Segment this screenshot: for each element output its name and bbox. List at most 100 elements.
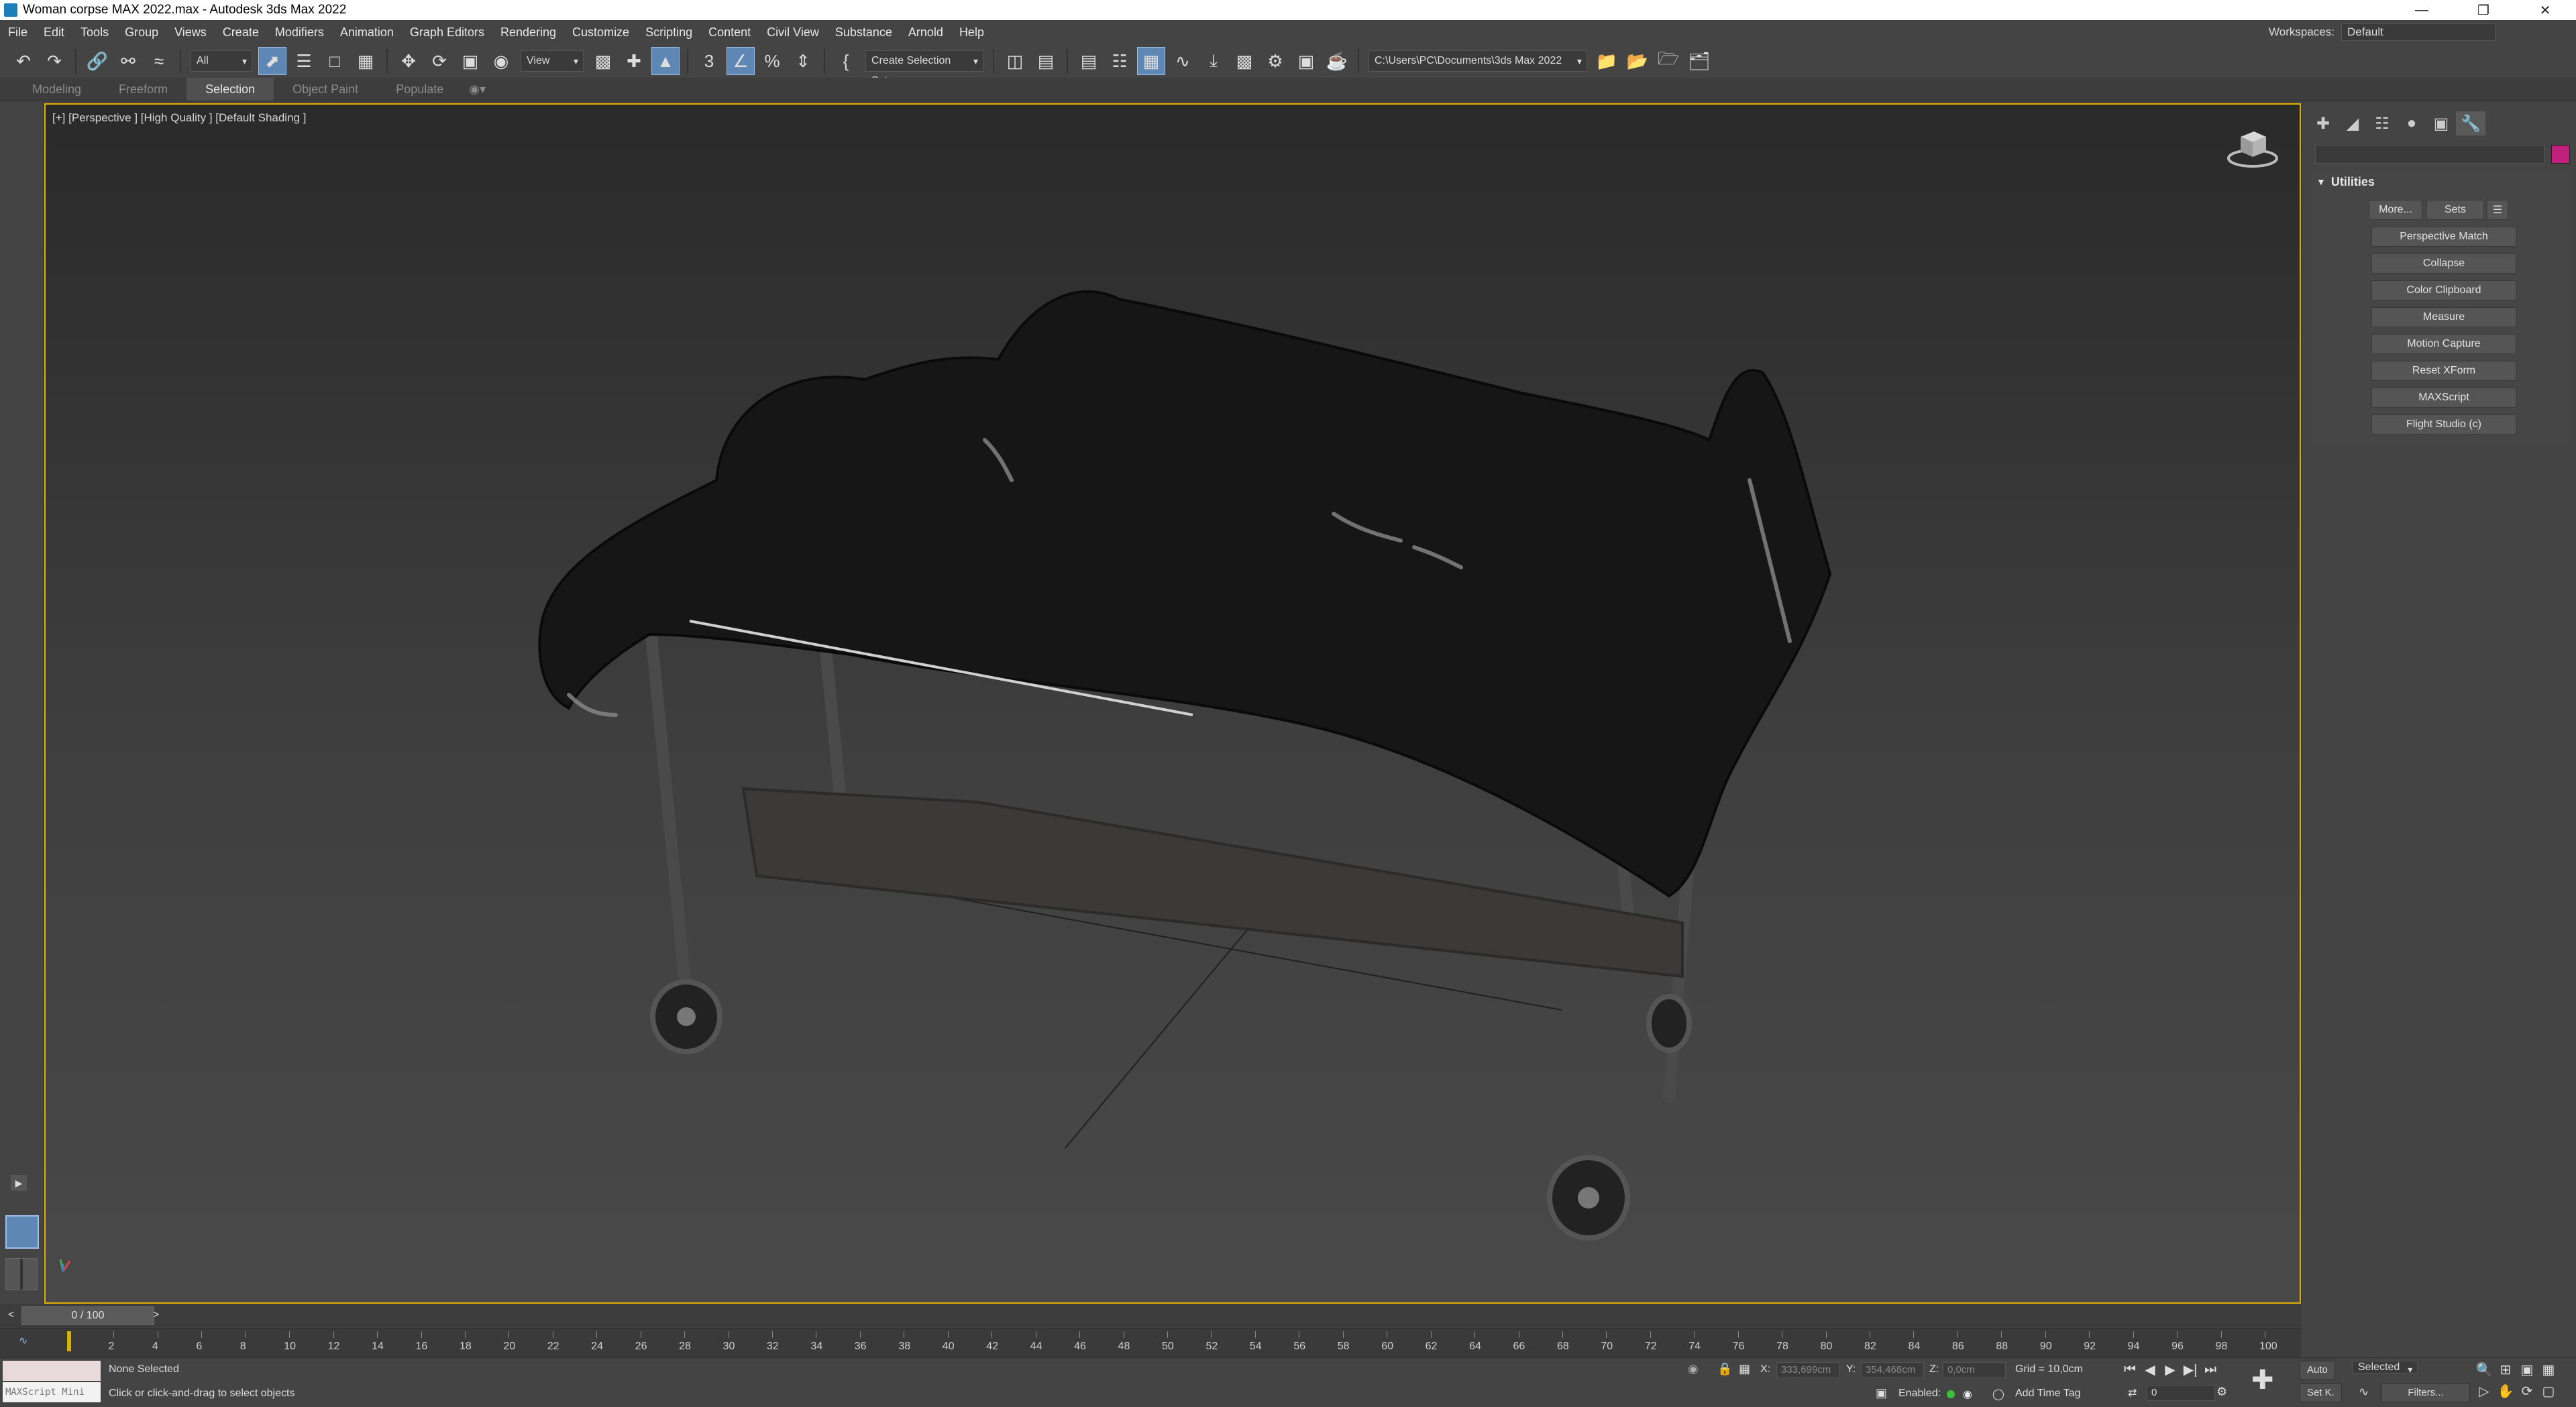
close-button[interactable]: ✕ (2514, 0, 2576, 20)
time-slider-thumb[interactable]: 0 / 100 (21, 1306, 154, 1325)
select-manipulate-icon[interactable]: ✚ (621, 48, 647, 74)
key-filters-button[interactable]: Filters... (2381, 1384, 2470, 1402)
window-crossing-icon[interactable]: ▦ (352, 48, 379, 74)
pan-icon[interactable]: ✋ (2497, 1382, 2514, 1400)
render-setup-icon[interactable]: ⚙ (1262, 48, 1289, 74)
zoom-icon[interactable]: 🔍 (2475, 1361, 2493, 1378)
measure-button[interactable]: Measure (2371, 307, 2516, 327)
scale-icon[interactable]: ▣ (457, 48, 484, 74)
menu-content[interactable]: Content (700, 20, 759, 44)
tab-freeform[interactable]: Freeform (100, 78, 186, 101)
pivot-center-icon[interactable]: ▩ (590, 48, 616, 74)
hierarchy-panel-icon[interactable]: ☷ (2367, 111, 2397, 135)
flight-studio-button[interactable]: Flight Studio (c) (2371, 414, 2516, 435)
set-key-icon[interactable]: ✚ (2251, 1365, 2274, 1396)
curve-editor-mini-icon[interactable]: ∿ (19, 1334, 28, 1347)
minimize-button[interactable]: — (2391, 0, 2453, 20)
absolute-mode-icon[interactable]: ▦ (1739, 1362, 1750, 1376)
key-mode-dropdown[interactable]: Selected (2352, 1361, 2418, 1373)
single-viewport-layout-icon[interactable] (5, 1215, 39, 1249)
set-project-icon[interactable]: 🗁 (1655, 48, 1682, 74)
rectangular-selection-icon[interactable]: □ (321, 48, 348, 74)
rotate-icon[interactable]: ⟳ (426, 48, 453, 74)
object-name-field[interactable] (2315, 145, 2544, 164)
move-icon[interactable]: ✥ (395, 48, 422, 74)
time-tag-toggle-icon[interactable]: ◉ (1963, 1388, 1972, 1401)
utilities-panel-icon[interactable]: 🔧 (2456, 111, 2485, 135)
ribbon-toggle-icon[interactable]: ▦ (1137, 47, 1165, 75)
scene-explorer-icon[interactable]: ▤ (1075, 48, 1102, 74)
y-coordinate-field[interactable]: 354,468cm (1861, 1362, 1924, 1378)
spinner-snap-icon[interactable]: ⇕ (790, 48, 816, 74)
menu-customize[interactable]: Customize (564, 20, 637, 44)
menu-arnold[interactable]: Arnold (900, 20, 951, 44)
key-mode-toggle-icon[interactable]: ⚙ (2216, 1385, 2227, 1399)
tab-selection[interactable]: Selection (186, 78, 274, 101)
tab-object-paint[interactable]: Object Paint (274, 78, 377, 101)
menu-rendering[interactable]: Rendering (492, 20, 564, 44)
create-project-icon[interactable]: 🗂 (1686, 48, 1713, 74)
schematic-view-icon[interactable]: ⤓ (1200, 48, 1227, 74)
mirror-icon[interactable]: ◫ (1002, 48, 1028, 74)
render-production-icon[interactable]: ☕ (1324, 48, 1350, 74)
set-key-button[interactable]: Set K. (2300, 1384, 2342, 1402)
time-slider-prev-icon[interactable]: < (8, 1309, 14, 1321)
workspace-dropdown[interactable]: Default (2341, 23, 2496, 41)
snaps-toggle-icon[interactable]: 3 (696, 48, 722, 74)
current-frame-field[interactable]: 0 (2147, 1385, 2215, 1401)
redo-icon[interactable]: ↷ (41, 48, 68, 74)
go-to-end-icon[interactable]: ⏭ (2200, 1361, 2220, 1378)
menu-file[interactable]: File (0, 20, 36, 44)
unlink-icon[interactable]: ⚯ (115, 48, 142, 74)
selection-filter-dropdown[interactable]: All (191, 50, 252, 72)
zoom-all-icon[interactable]: ⊞ (2497, 1361, 2514, 1378)
tab-populate[interactable]: Populate (377, 78, 462, 101)
menu-views[interactable]: Views (166, 20, 215, 44)
create-panel-icon[interactable]: ✚ (2308, 111, 2338, 135)
menu-tools[interactable]: Tools (72, 20, 117, 44)
tab-modeling[interactable]: Modeling (13, 78, 100, 101)
maxscript-button[interactable]: MAXScript (2371, 388, 2516, 408)
edit-named-selection-icon[interactable]: { (833, 48, 859, 74)
align-icon[interactable]: ▤ (1032, 48, 1059, 74)
motion-capture-button[interactable]: Motion Capture (2371, 334, 2516, 354)
motion-panel-icon[interactable]: ● (2397, 111, 2426, 135)
reference-coordinate-dropdown[interactable]: View (521, 50, 584, 72)
collapse-button[interactable]: Collapse (2371, 254, 2516, 274)
angle-snap-icon[interactable]: ∠ (727, 47, 755, 75)
menu-graph-editors[interactable]: Graph Editors (402, 20, 492, 44)
select-by-name-icon[interactable]: ☰ (290, 48, 317, 74)
menu-group[interactable]: Group (117, 20, 166, 44)
keyboard-shortcut-override-icon[interactable]: ▲ (651, 47, 680, 75)
go-to-start-icon[interactable]: ⏮ (2120, 1361, 2140, 1378)
reset-xform-button[interactable]: Reset XForm (2371, 361, 2516, 381)
frame-spinner-icon[interactable]: ⇄ (2128, 1386, 2137, 1400)
perspective-viewport[interactable]: [+] [Perspective ] [High Quality ] [Defa… (44, 103, 2301, 1304)
project-icon[interactable]: 📁 (1593, 48, 1620, 74)
add-time-tag-button[interactable]: Add Time Tag (2015, 1388, 2081, 1400)
adaptive-degradation-icon[interactable]: ▣ (1876, 1386, 1887, 1400)
menu-scripting[interactable]: Scripting (637, 20, 700, 44)
utilities-rollout-header[interactable]: ▼ Utilities (2311, 170, 2570, 193)
time-slider-next-icon[interactable]: > (153, 1309, 159, 1321)
restore-button[interactable]: ❐ (2453, 0, 2514, 20)
maxscript-listener-input[interactable] (3, 1361, 101, 1381)
object-color-swatch[interactable] (2551, 145, 2570, 164)
menu-animation[interactable]: Animation (332, 20, 402, 44)
rendered-frame-window-icon[interactable]: ▣ (1293, 48, 1320, 74)
configure-button-sets-icon[interactable]: ☰ (2487, 200, 2508, 220)
modify-panel-icon[interactable]: ◢ (2338, 111, 2367, 135)
sets-button[interactable]: Sets (2426, 200, 2484, 220)
viewport-label-menu[interactable]: [+] [Perspective ] [High Quality ] [Defa… (52, 111, 306, 125)
auto-key-button[interactable]: Auto (2300, 1361, 2335, 1380)
named-selection-set-dropdown[interactable]: Create Selection Set (865, 50, 983, 87)
maxscript-mini-listener[interactable]: MAXScript Mini (3, 1382, 101, 1402)
display-panel-icon[interactable]: ▣ (2426, 111, 2456, 135)
track-bar[interactable]: ∿ 2 4 6 8 10 12 14 16 18 20 22 24 26 28 30 32 34 36 38 40 42… (0, 1328, 2301, 1358)
selection-lock-icon[interactable]: 🔒 (1717, 1362, 1732, 1376)
curve-editor-icon[interactable]: ∿ (1169, 48, 1196, 74)
more-button[interactable]: More... (2369, 200, 2422, 220)
bind-space-warp-icon[interactable]: ≈ (146, 48, 172, 74)
time-tag-icon[interactable]: ◯ (1992, 1388, 2004, 1401)
menu-substance[interactable]: Substance (827, 20, 900, 44)
